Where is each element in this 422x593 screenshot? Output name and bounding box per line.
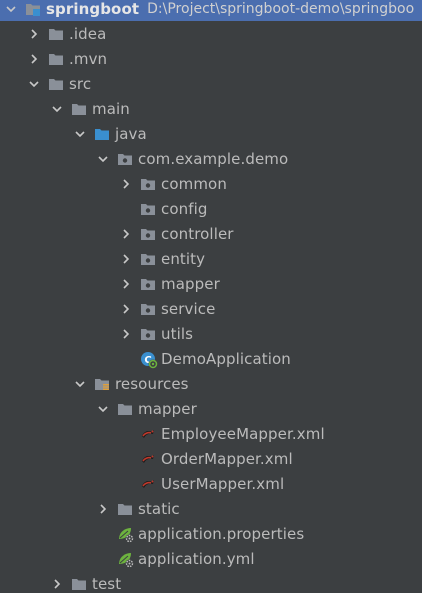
tree-node-application-yml[interactable]: application.yml [0, 546, 422, 571]
tree-node-main[interactable]: main [0, 96, 422, 121]
project-module-icon [25, 1, 41, 17]
tree-node-label: com.example.demo [138, 149, 289, 168]
chevron-down-icon[interactable] [95, 401, 111, 417]
tree-node-project-root[interactable]: springboot D:\Project\springboot-demo\sp… [0, 0, 422, 21]
tree-node-label: service [161, 299, 216, 318]
tree-node-label: controller [161, 224, 234, 243]
package-icon [140, 301, 156, 317]
tree-node-label: main [92, 99, 130, 118]
tree-node-label: .idea [69, 24, 107, 43]
folder-icon [48, 76, 64, 92]
project-path: D:\Project\springboot-demo\springboo [147, 0, 415, 17]
tree-node-label: java [115, 124, 147, 143]
tree-node-label: application.properties [138, 524, 305, 543]
tree-node-demo-application[interactable]: C DemoApplication [0, 346, 422, 371]
tree-node-test[interactable]: test [0, 571, 422, 593]
tree-node-label: common [161, 174, 227, 193]
folder-icon [71, 101, 87, 117]
tree-node-label: UserMapper.xml [161, 474, 285, 493]
tree-node-label: test [92, 574, 122, 593]
tree-node-label: application.yml [138, 549, 255, 568]
mybatis-xml-icon [140, 451, 156, 467]
tree-node-resources[interactable]: resources [0, 371, 422, 396]
tree-node-java[interactable]: java [0, 121, 422, 146]
source-folder-icon [94, 126, 110, 142]
tree-node-common[interactable]: common [0, 171, 422, 196]
spring-config-icon [117, 551, 134, 567]
tree-node-label: DemoApplication [161, 349, 291, 368]
tree-node-label: .mvn [69, 49, 108, 68]
folder-icon [71, 576, 87, 592]
tree-node-label: src [69, 74, 92, 93]
tree-node-config[interactable]: config [0, 196, 422, 221]
chevron-down-icon[interactable] [72, 126, 88, 142]
chevron-down-icon[interactable] [3, 1, 19, 17]
chevron-down-icon[interactable] [72, 376, 88, 392]
tree-node-static[interactable]: static [0, 496, 422, 521]
chevron-right-icon[interactable] [95, 501, 111, 517]
tree-node-label: entity [161, 249, 206, 268]
project-name: springboot [46, 0, 140, 18]
tree-node-label: OrderMapper.xml [161, 449, 293, 468]
mybatis-xml-icon [140, 476, 156, 492]
package-icon [140, 251, 156, 267]
package-icon [117, 151, 133, 167]
mybatis-xml-icon [140, 426, 156, 442]
chevron-right-icon[interactable] [118, 251, 134, 267]
spring-config-icon [117, 526, 134, 542]
folder-icon [117, 401, 133, 417]
project-tree: springboot D:\Project\springboot-demo\sp… [0, 0, 422, 593]
folder-icon [48, 26, 64, 42]
tree-node-mvn[interactable]: .mvn [0, 46, 422, 71]
spring-boot-class-icon: C [140, 351, 158, 368]
tree-node-mapper[interactable]: mapper [0, 271, 422, 296]
package-icon [140, 276, 156, 292]
tree-node-resources-mapper[interactable]: mapper [0, 396, 422, 421]
chevron-right-icon[interactable] [118, 326, 134, 342]
tree-node-label: static [138, 499, 180, 518]
tree-node-service[interactable]: service [0, 296, 422, 321]
chevron-down-icon[interactable] [49, 101, 65, 117]
chevron-down-icon[interactable] [95, 151, 111, 167]
tree-node-employee-mapper-xml[interactable]: EmployeeMapper.xml [0, 421, 422, 446]
tree-node-package[interactable]: com.example.demo [0, 146, 422, 171]
tree-node-src[interactable]: src [0, 71, 422, 96]
chevron-right-icon[interactable] [49, 576, 65, 592]
tree-node-controller[interactable]: controller [0, 221, 422, 246]
resources-folder-icon [94, 376, 110, 392]
chevron-right-icon[interactable] [118, 276, 134, 292]
tree-node-label: EmployeeMapper.xml [161, 424, 325, 443]
tree-node-label: config [161, 199, 208, 218]
package-icon [140, 326, 156, 342]
chevron-right-icon[interactable] [118, 176, 134, 192]
tree-node-label: mapper [138, 399, 197, 418]
chevron-right-icon[interactable] [26, 26, 42, 42]
tree-node-label: mapper [161, 274, 220, 293]
tree-node-utils[interactable]: utils [0, 321, 422, 346]
folder-icon [117, 501, 133, 517]
chevron-right-icon[interactable] [118, 226, 134, 242]
tree-node-idea[interactable]: .idea [0, 21, 422, 46]
tree-node-entity[interactable]: entity [0, 246, 422, 271]
chevron-right-icon[interactable] [26, 51, 42, 67]
package-icon [140, 176, 156, 192]
tree-node-order-mapper-xml[interactable]: OrderMapper.xml [0, 446, 422, 471]
package-icon [140, 201, 156, 217]
chevron-right-icon[interactable] [118, 301, 134, 317]
tree-node-label: resources [115, 374, 189, 393]
chevron-down-icon[interactable] [26, 76, 42, 92]
folder-icon [48, 51, 64, 67]
package-icon [140, 226, 156, 242]
tree-node-user-mapper-xml[interactable]: UserMapper.xml [0, 471, 422, 496]
tree-node-application-properties[interactable]: application.properties [0, 521, 422, 546]
tree-node-label: utils [161, 324, 194, 343]
